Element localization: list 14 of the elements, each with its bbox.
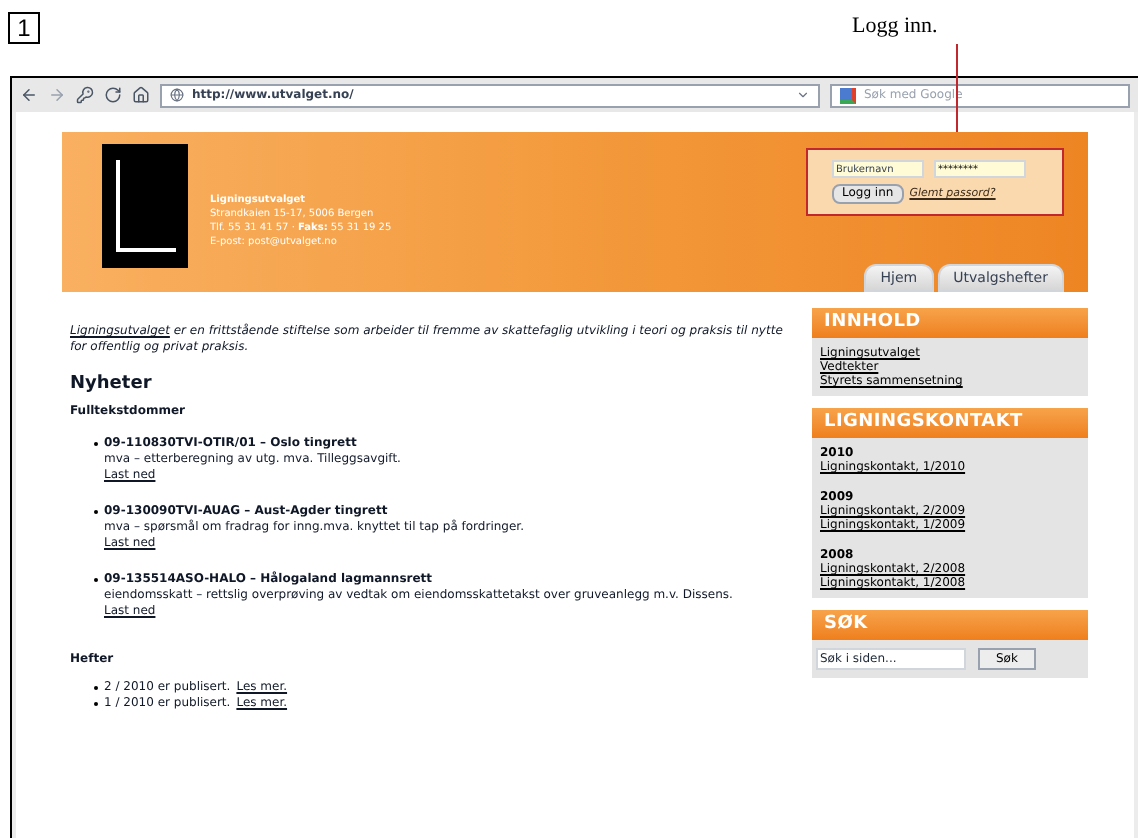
figure-number: 1 <box>8 12 40 44</box>
google-icon <box>840 87 856 103</box>
reload-icon[interactable] <box>104 86 122 104</box>
dropdown-icon[interactable] <box>796 88 810 102</box>
panel-heading: INNHOLD <box>812 308 1088 338</box>
news-heading: Nyheter <box>70 376 154 392</box>
back-icon[interactable] <box>20 86 38 104</box>
callout-text: Logg inn. <box>852 12 938 42</box>
home-icon[interactable] <box>132 86 150 104</box>
page-icon <box>170 88 184 102</box>
panel-heading: SØK <box>812 610 1088 640</box>
panel-heading: LIGNINGSKONTAKT <box>812 408 1088 438</box>
logo-icon <box>102 144 188 268</box>
key-icon[interactable] <box>76 86 94 104</box>
